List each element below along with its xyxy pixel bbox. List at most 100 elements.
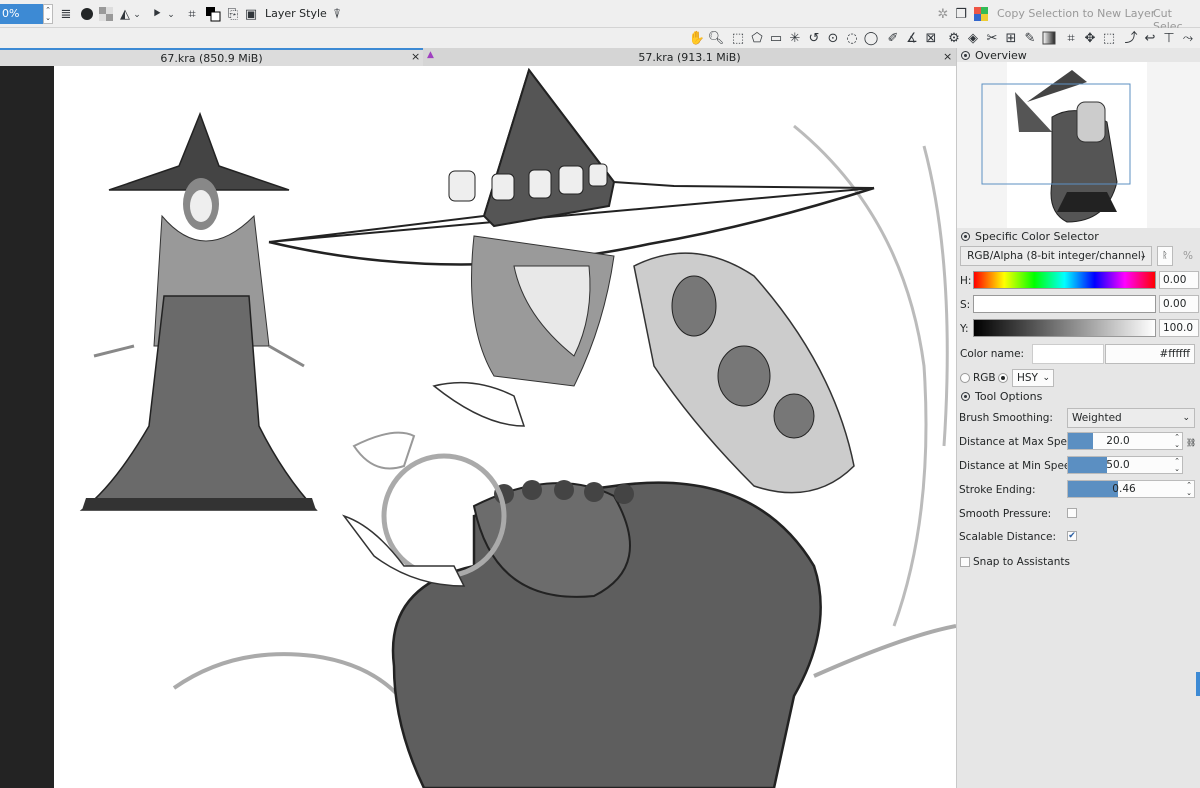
polygon-select-icon[interactable]: ⬠ xyxy=(748,29,766,47)
brush-smoothing-select[interactable]: Weighted ⌄ xyxy=(1067,408,1195,428)
picker-icon[interactable]: ✎ xyxy=(1021,29,1039,47)
spin-icon[interactable]: ⌃ ⌄ xyxy=(1174,457,1180,473)
hue-slider[interactable] xyxy=(973,271,1156,289)
measure-icon[interactable]: ∡ xyxy=(903,29,921,47)
luma-slider[interactable] xyxy=(973,319,1156,337)
color-grid-icon[interactable] xyxy=(972,5,990,23)
hsy-value: HSY xyxy=(1017,372,1038,384)
freehand-path-icon[interactable]: ⊤ xyxy=(1160,29,1178,47)
min-speed-slider[interactable]: 50.0 ⌃ ⌄ xyxy=(1067,456,1183,474)
zoom-icon[interactable]: 🔍︎ xyxy=(707,29,725,47)
character-sketch-main xyxy=(268,67,875,788)
crop-tool-icon[interactable]: ⌗ xyxy=(183,5,201,23)
close-icon[interactable]: × xyxy=(411,50,420,63)
s-value-input[interactable]: 0.00 xyxy=(1159,295,1199,313)
tab-57-kra[interactable]: ▲ 57.kra (913.1 MiB) xyxy=(423,48,956,66)
multibrush-icon[interactable]: ⤳ xyxy=(1179,29,1197,47)
smooth-pressure-checkbox[interactable] xyxy=(1067,508,1077,518)
tab-title: 67.kra (850.9 MiB) xyxy=(160,51,263,65)
y-value-input[interactable]: 100.0 xyxy=(1159,319,1199,337)
presets-icon[interactable]: ≣ xyxy=(57,5,75,23)
min-speed-label: Distance at Min Speed: xyxy=(959,460,1081,472)
move-icon[interactable]: ✥ xyxy=(1081,29,1099,47)
percent-toggle[interactable]: % xyxy=(1183,250,1193,262)
size-input[interactable]: 0% xyxy=(0,4,43,24)
gear-icon[interactable]: ✲ xyxy=(934,5,952,23)
save-icon[interactable]: ▣ xyxy=(242,5,260,23)
bezier-curve-icon[interactable]: ↩ xyxy=(1141,29,1159,47)
h-label: H: xyxy=(960,275,972,287)
y-value: 100.0 xyxy=(1163,322,1194,334)
scrollbar-handle[interactable] xyxy=(1196,672,1200,696)
overview-header[interactable]: Overview xyxy=(957,48,1200,62)
filter-icon[interactable]: ⍒ xyxy=(328,5,346,23)
hsy-radio[interactable] xyxy=(998,373,1008,383)
snap-to-assistants-checkbox[interactable] xyxy=(960,557,970,567)
tab-title: 57.kra (913.1 MiB) xyxy=(638,50,741,64)
overview-thumbnail[interactable] xyxy=(957,62,1200,228)
tab-67-kra[interactable]: 67.kra (850.9 MiB) xyxy=(0,48,423,66)
chevron-down-icon[interactable]: ⌄ xyxy=(166,6,176,24)
fill-icon[interactable]: ⚙ xyxy=(945,29,963,47)
rgb-radio[interactable] xyxy=(960,373,970,383)
pattern-icon[interactable] xyxy=(97,5,115,23)
collapse-icon[interactable] xyxy=(961,231,970,241)
reference-icon[interactable]: ⊠ xyxy=(922,29,940,47)
stroke-ending-value: 0.46 xyxy=(1112,483,1136,495)
size-spinner[interactable]: ⌃ ⌄ xyxy=(43,4,53,24)
max-speed-value: 20.0 xyxy=(1106,435,1130,447)
similar-select-icon[interactable]: ⊙ xyxy=(824,29,842,47)
assistant-icon[interactable]: ✐ xyxy=(884,29,902,47)
spin-icon[interactable]: ⌃ ⌄ xyxy=(1174,433,1180,449)
smart-patch-icon[interactable]: ⤴ xyxy=(1122,29,1140,47)
spin-icon[interactable]: ⌃ ⌄ xyxy=(1186,481,1192,497)
link-icon[interactable]: ⛓ xyxy=(1186,438,1196,447)
stroke-ending-slider[interactable]: 0.46 ⌃ ⌄ xyxy=(1067,480,1195,498)
s-value: 0.00 xyxy=(1163,298,1187,310)
enclose-fill-icon[interactable]: ⊞ xyxy=(1002,29,1020,47)
color-name-input[interactable]: #ffffff xyxy=(1105,344,1195,364)
scalable-distance-checkbox[interactable]: ✔ xyxy=(1067,531,1077,541)
copy-icon[interactable]: ❐ xyxy=(952,5,970,23)
color-selector-header[interactable]: Specific Color Selector xyxy=(957,229,1200,243)
h-value: 0.00 xyxy=(1163,274,1187,286)
smart-fill-icon[interactable]: ✂ xyxy=(983,29,1001,47)
wrap-icon[interactable]: ⯈ xyxy=(148,5,166,23)
outline-select-icon[interactable]: ▭ xyxy=(767,29,785,47)
close-icon[interactable]: × xyxy=(943,50,952,63)
color-space-select[interactable]: RGB/Alpha (8-bit integer/channel) ⌄ xyxy=(960,246,1152,266)
rect-select-icon[interactable]: ⬚ xyxy=(729,29,747,47)
color-preview-swatch xyxy=(1032,344,1104,364)
saturation-slider[interactable] xyxy=(973,295,1156,313)
rgb-radio-label: RGB xyxy=(973,372,996,384)
color-space-options-icon[interactable]: ᚱ xyxy=(1157,246,1173,266)
collapse-icon[interactable] xyxy=(961,50,970,60)
color-swap-icon[interactable] xyxy=(204,5,222,23)
export-icon[interactable]: ⎘ xyxy=(224,5,242,23)
snap-to-assistants-label: Snap to Assistants xyxy=(973,556,1070,568)
transform-icon[interactable]: ⬚ xyxy=(1100,29,1118,47)
freehand-select-icon[interactable]: ◯ xyxy=(862,29,880,47)
document-tabs: 67.kra (850.9 MiB) × ▲ 57.kra (913.1 MiB… xyxy=(0,48,956,66)
drawing-canvas[interactable] xyxy=(54,66,956,788)
copy-selection-to-new-layer-button[interactable]: Copy Selection to New Layer xyxy=(997,7,1155,20)
crop-icon[interactable]: ⌗ xyxy=(1062,29,1080,47)
h-value-input[interactable]: 0.00 xyxy=(1159,271,1199,289)
layer-style-button[interactable]: Layer Style xyxy=(265,7,327,20)
ellipse-select-icon[interactable]: ◌ xyxy=(843,29,861,47)
contiguous-select-icon[interactable]: ✳ xyxy=(786,29,804,47)
collapse-icon[interactable] xyxy=(961,391,970,401)
brush-tip-icon[interactable] xyxy=(78,5,96,23)
gradient-icon[interactable] xyxy=(1040,29,1058,47)
color-name-value: #ffffff xyxy=(1159,348,1190,360)
brush-smoothing-label: Brush Smoothing: xyxy=(959,412,1053,424)
grab-hand-icon[interactable]: ✋ xyxy=(688,29,706,47)
stroke-ending-label: Stroke Ending: xyxy=(959,484,1036,496)
tool-options-header[interactable]: Tool Options xyxy=(957,389,1200,403)
smooth-pressure-label: Smooth Pressure: xyxy=(959,508,1052,520)
bezier-select-icon[interactable]: ↺ xyxy=(805,29,823,47)
max-speed-slider[interactable]: 20.0 ⌃ ⌄ xyxy=(1067,432,1183,450)
hsy-select[interactable]: HSY ⌄ xyxy=(1012,369,1054,387)
pattern-fill-icon[interactable]: ◈ xyxy=(964,29,982,47)
chevron-down-icon[interactable]: ⌄ xyxy=(132,6,142,24)
